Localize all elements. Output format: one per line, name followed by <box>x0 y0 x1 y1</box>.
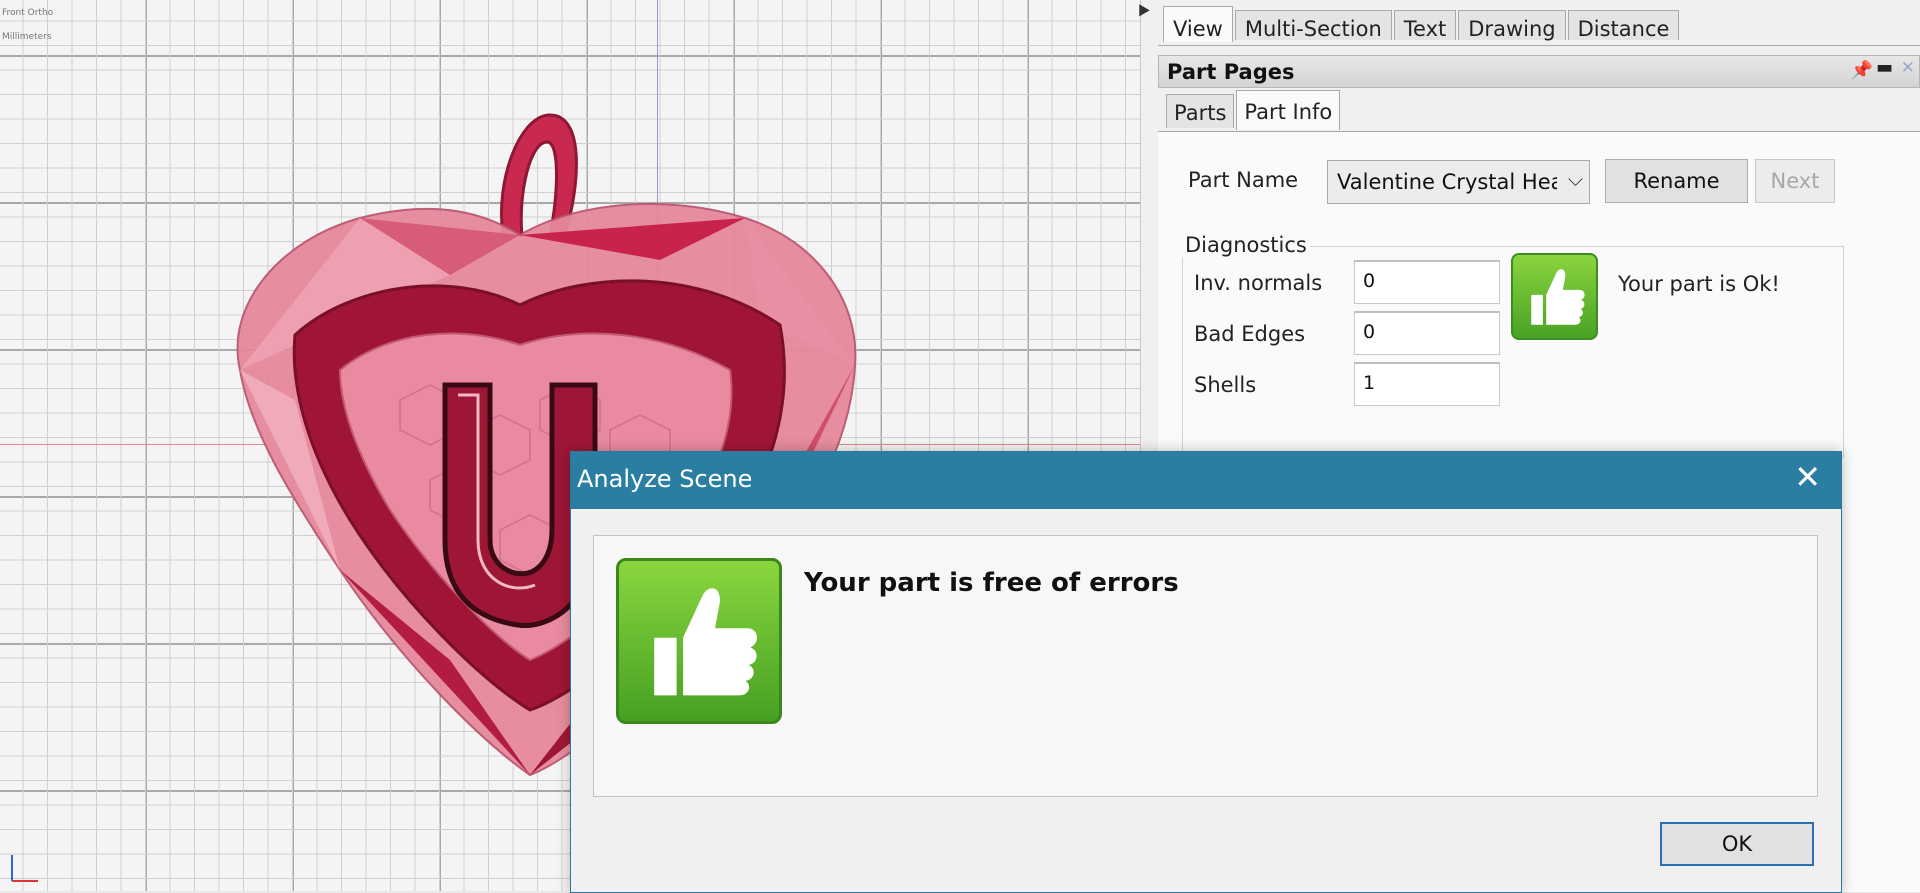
diagnostics-title: Diagnostics <box>1182 233 1310 257</box>
part-pages-tabs: Parts Part Info <box>1166 90 1342 130</box>
part-name-label: Part Name <box>1188 168 1299 192</box>
pin-icon[interactable]: 📌 <box>1851 60 1873 81</box>
shells-field: 1 <box>1354 362 1500 406</box>
rename-button[interactable]: Rename <box>1605 159 1748 203</box>
dialog-title: Analyze Scene <box>577 465 753 493</box>
analyze-scene-dialog: Analyze Scene ✕ Your part is free of err… <box>570 451 1842 893</box>
part-name-value: Valentine Crystal Hea <box>1337 170 1557 194</box>
part-pages-header: Part Pages 📌 ▬ ✕ <box>1158 55 1920 88</box>
chevron-down-icon: ⌵ <box>1567 167 1583 191</box>
tab-parts[interactable]: Parts <box>1166 94 1235 128</box>
dialog-title-bar[interactable]: Analyze Scene ✕ <box>571 452 1841 509</box>
tab-distance[interactable]: Distance <box>1567 10 1680 41</box>
shells-label: Shells <box>1194 373 1257 397</box>
part-status-text: Your part is Ok! <box>1618 272 1780 296</box>
tab-text[interactable]: Text <box>1393 10 1457 41</box>
dialog-message: Your part is free of errors <box>804 568 1179 598</box>
tab-strip-border <box>1158 45 1920 46</box>
thumbs-up-icon <box>616 558 782 724</box>
thumbs-up-icon <box>1511 253 1598 340</box>
axis-triad-icon <box>11 855 38 882</box>
close-icon[interactable]: ✕ <box>1901 58 1915 78</box>
inv-normals-field: 0 <box>1354 260 1500 304</box>
bad-edges-field: 0 <box>1354 311 1500 355</box>
bad-edges-label: Bad Edges <box>1194 322 1306 346</box>
part-pages-title: Part Pages <box>1167 60 1295 84</box>
tab-view[interactable]: View <box>1163 6 1233 42</box>
inv-normals-label: Inv. normals <box>1194 271 1323 295</box>
next-button[interactable]: Next <box>1755 159 1835 203</box>
tab-drawing[interactable]: Drawing <box>1458 10 1566 41</box>
part-name-dropdown[interactable]: Valentine Crystal Hea ⌵ <box>1327 160 1590 204</box>
tab-part-info[interactable]: Part Info <box>1236 90 1341 130</box>
minimize-icon[interactable]: ▬ <box>1876 57 1893 78</box>
units-label: Millimeters <box>2 32 52 42</box>
dialog-content-box: Your part is free of errors <box>593 535 1818 797</box>
tab-multi-section[interactable]: Multi-Section <box>1234 10 1392 41</box>
close-icon[interactable]: ✕ <box>1794 458 1821 496</box>
view-label: Front Ortho <box>2 8 54 18</box>
top-tab-strip: View Multi-Section Text Drawing Distance <box>1163 6 1681 46</box>
panel-splitter-icon[interactable]: ⯈ <box>1135 0 1153 25</box>
ok-button[interactable]: OK <box>1660 822 1814 866</box>
